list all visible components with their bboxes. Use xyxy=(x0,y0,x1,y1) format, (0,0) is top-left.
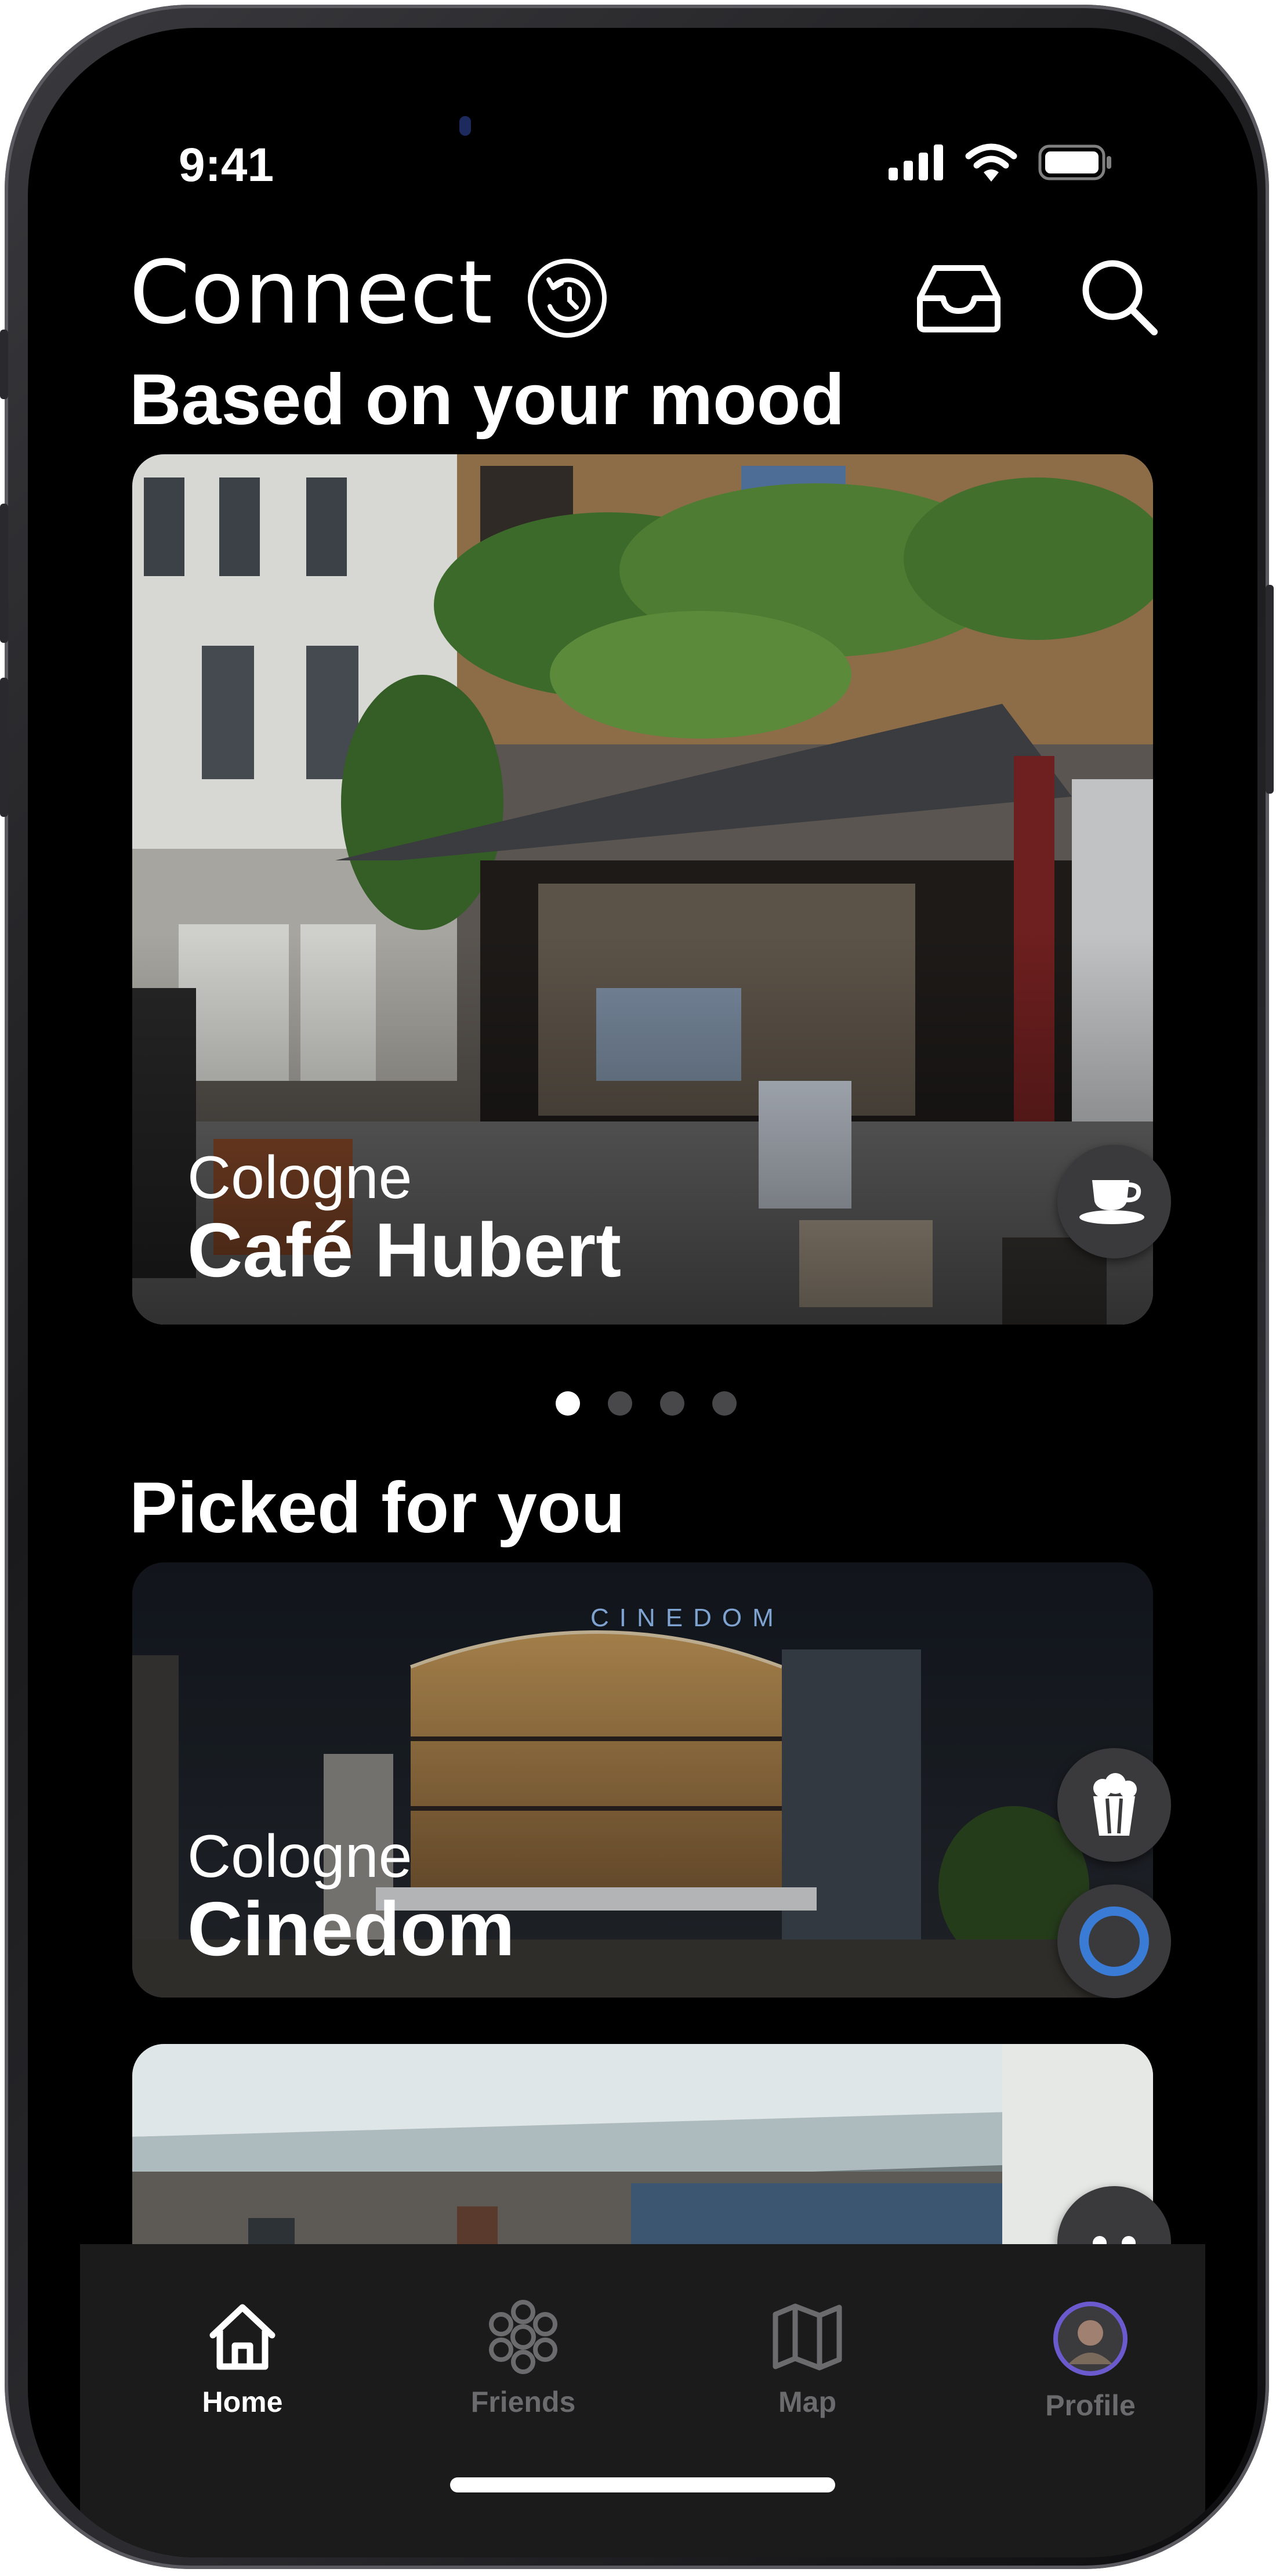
carousel-pagination[interactable] xyxy=(556,1391,737,1416)
section-title-mood: Based on your mood xyxy=(129,360,845,440)
volume-up-button xyxy=(0,504,8,643)
inbox-button[interactable] xyxy=(915,260,1002,335)
tab-map[interactable]: Map xyxy=(720,2299,894,2419)
tab-label: Home xyxy=(202,2386,283,2418)
tab-label: Profile xyxy=(1045,2389,1136,2422)
cinedom-card-caption: Cologne Cinedom xyxy=(187,1826,515,1971)
front-camera xyxy=(459,116,471,136)
tab-profile[interactable]: Profile xyxy=(1003,2299,1177,2422)
mood-card[interactable]: Cologne Café Hubert xyxy=(132,454,1153,1325)
cafe-category-button[interactable] xyxy=(1057,1145,1171,1258)
status-time: 9:41 xyxy=(179,139,274,191)
carousel-dot-1[interactable] xyxy=(556,1391,580,1416)
inbox-tray-icon xyxy=(917,265,1000,332)
cellular-signal-icon xyxy=(889,144,943,180)
tab-bar: Home Friends Map Profile xyxy=(80,2244,1205,2557)
status-icons xyxy=(889,139,1112,186)
tab-home[interactable]: Home xyxy=(155,2299,329,2419)
mood-card-caption: Cologne Café Hubert xyxy=(187,1148,621,1292)
avatar xyxy=(1053,2302,1128,2376)
search-button[interactable] xyxy=(1079,256,1160,338)
ring-icon xyxy=(1079,1906,1149,1976)
carousel-dot-4[interactable] xyxy=(712,1391,737,1416)
cinema-category-button[interactable] xyxy=(1057,1748,1171,1862)
card-name: Café Hubert xyxy=(187,1207,622,1293)
action-button xyxy=(0,330,8,399)
dynamic-island xyxy=(492,81,817,168)
screen: 9:41 Connect Based on your mood Cologne … xyxy=(28,28,1257,2557)
home-icon xyxy=(209,2304,276,2370)
coffee-cup-icon xyxy=(1079,1180,1144,1224)
cinedom-card[interactable]: CINEDOM Cologne Cinedom xyxy=(132,1562,1153,1998)
search-icon xyxy=(1082,260,1158,335)
phone-frame: 9:41 Connect Based on your mood Cologne … xyxy=(0,5,1274,2569)
friends-icon xyxy=(489,2300,557,2374)
card-city: Cologne xyxy=(187,1144,412,1211)
tab-friends[interactable]: Friends xyxy=(436,2299,610,2419)
volume-down-button xyxy=(0,678,8,817)
history-icon xyxy=(528,259,607,338)
activity-ring-button[interactable] xyxy=(1057,1884,1171,1998)
battery-icon xyxy=(1038,144,1111,180)
carousel-dot-2[interactable] xyxy=(608,1391,632,1416)
popcorn-icon xyxy=(1093,1773,1137,1836)
card-name: Cinedom xyxy=(187,1886,515,1971)
card-city: Cologne xyxy=(187,1823,412,1890)
home-indicator[interactable] xyxy=(450,2477,835,2492)
section-title-picked: Picked for you xyxy=(129,1468,625,1548)
wifi-icon xyxy=(965,143,1017,182)
history-button[interactable] xyxy=(525,256,609,340)
power-button xyxy=(1266,585,1274,794)
tab-label: Map xyxy=(778,2386,836,2418)
carousel-dot-3[interactable] xyxy=(660,1391,684,1416)
map-icon xyxy=(773,2303,842,2371)
tab-label: Friends xyxy=(470,2386,576,2418)
page-title: Connect xyxy=(129,243,494,343)
